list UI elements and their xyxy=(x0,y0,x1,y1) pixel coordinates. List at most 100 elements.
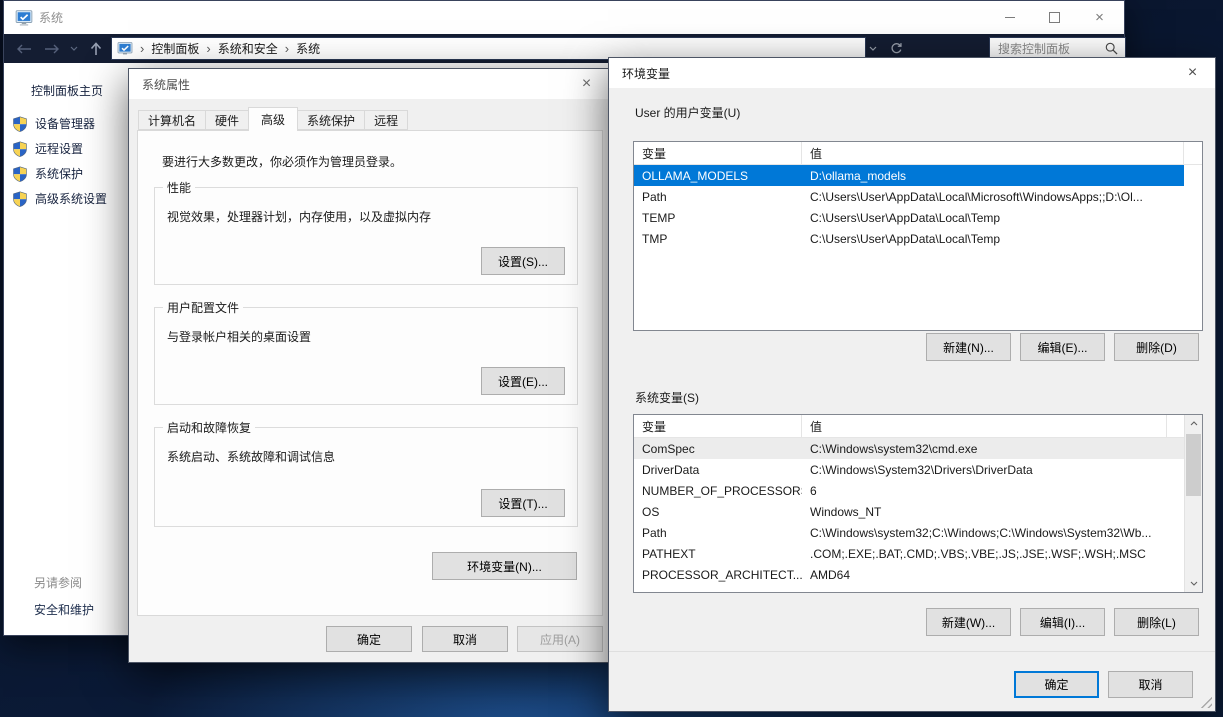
minimize-icon xyxy=(1005,17,1015,18)
variable-name: PATHEXT xyxy=(634,547,802,561)
system-icon xyxy=(15,9,33,27)
variable-name: Path xyxy=(634,526,802,540)
table-row[interactable]: TEMPC:\Users\User\AppData\Local\Temp xyxy=(634,207,1184,228)
table-header: 变量 值 xyxy=(634,415,1202,438)
cancel-button[interactable]: 取消 xyxy=(1108,671,1193,698)
table-header: 变量 值 xyxy=(634,142,1202,165)
variable-value: C:\Windows\system32;C:\Windows;C:\Window… xyxy=(802,526,1184,540)
tab-system-protection[interactable]: 系统保护 xyxy=(297,110,365,130)
dialog-titlebar[interactable]: 环境变量 × xyxy=(609,58,1215,88)
sidebar-item-control-panel-home[interactable]: 控制面板主页 xyxy=(31,82,103,99)
chevron-down-icon xyxy=(1190,581,1198,586)
column-header-variable[interactable]: 变量 xyxy=(634,415,802,437)
search-placeholder: 搜索控制面板 xyxy=(998,40,1105,57)
table-row[interactable]: OSWindows_NT xyxy=(634,501,1184,522)
history-dropdown-button[interactable] xyxy=(66,34,82,63)
up-button[interactable] xyxy=(84,34,108,63)
sidebar-item-label: 设备管理器 xyxy=(35,115,95,132)
variable-name: OS xyxy=(634,505,802,519)
tab-remote[interactable]: 远程 xyxy=(364,110,408,130)
table-row[interactable]: ComSpecC:\Windows\system32\cmd.exe xyxy=(634,438,1184,459)
dialog-title: 系统属性 xyxy=(142,76,190,93)
close-icon: × xyxy=(582,75,591,93)
table-row[interactable]: PathC:\Windows\system32;C:\Windows;C:\Wi… xyxy=(634,522,1184,543)
ok-button[interactable]: 确定 xyxy=(326,626,412,652)
startup-recovery-group: 启动和故障恢复 系统启动、系统故障和调试信息 设置(T)... xyxy=(154,427,578,527)
variable-name: NUMBER_OF_PROCESSORS xyxy=(634,484,802,498)
sidebar-item-device-manager[interactable]: 设备管理器 xyxy=(12,115,95,132)
table-row[interactable]: PATHEXT.COM;.EXE;.BAT;.CMD;.VBS;.VBE;.JS… xyxy=(634,543,1184,564)
breadcrumb-separator: › xyxy=(133,41,151,56)
group-title: 性能 xyxy=(163,179,195,196)
system-new-button[interactable]: 新建(W)... xyxy=(926,608,1011,636)
group-description: 与登录帐户相关的桌面设置 xyxy=(167,328,311,345)
sidebar-item-system-protection[interactable]: 系统保护 xyxy=(12,165,83,182)
apply-button: 应用(A) xyxy=(517,626,603,652)
breadcrumb-control-panel[interactable]: 控制面板 xyxy=(151,40,199,57)
search-icon[interactable] xyxy=(1105,42,1118,55)
scroll-up-button[interactable] xyxy=(1185,415,1202,432)
variable-name: ComSpec xyxy=(634,442,802,456)
user-variables-table: 变量 值 OLLAMA_MODELSD:\ollama_modelsPathC:… xyxy=(633,141,1203,331)
variable-value: C:\Windows\System32\Drivers\DriverData xyxy=(802,463,1184,477)
shield-icon xyxy=(12,116,28,132)
close-button[interactable]: × xyxy=(1170,58,1215,88)
back-button[interactable] xyxy=(12,34,36,63)
variable-value: AMD64 xyxy=(802,568,1184,582)
scrollbar-thumb[interactable] xyxy=(1186,434,1201,496)
variable-value: C:\Users\User\AppData\Local\Temp xyxy=(802,211,1184,225)
tab-computer-name[interactable]: 计算机名 xyxy=(138,110,206,130)
user-profiles-settings-button[interactable]: 设置(E)... xyxy=(481,367,565,395)
chevron-up-icon xyxy=(1190,421,1198,426)
forward-icon xyxy=(44,43,60,55)
forward-button[interactable] xyxy=(40,34,64,63)
performance-settings-button[interactable]: 设置(S)... xyxy=(481,247,565,275)
tab-hardware[interactable]: 硬件 xyxy=(205,110,249,130)
column-header-variable[interactable]: 变量 xyxy=(634,142,802,164)
variable-value: C:\Windows\system32\cmd.exe xyxy=(802,442,1184,456)
variable-name: TEMP xyxy=(634,211,802,225)
variable-value: .COM;.EXE;.BAT;.CMD;.VBS;.VBE;.JS;.JSE;.… xyxy=(802,547,1184,561)
dialog-titlebar[interactable]: 系统属性 × xyxy=(129,69,609,99)
window-titlebar[interactable]: 系统 × xyxy=(4,1,1124,34)
maximize-button[interactable] xyxy=(1032,1,1077,34)
variable-value: C:\Users\User\AppData\Local\Microsoft\Wi… xyxy=(802,190,1184,204)
sidebar-item-remote-settings[interactable]: 远程设置 xyxy=(12,140,83,157)
system-edit-button[interactable]: 编辑(I)... xyxy=(1020,608,1105,636)
table-row[interactable]: TMPC:\Users\User\AppData\Local\Temp xyxy=(634,228,1184,249)
column-header-value[interactable]: 值 xyxy=(802,415,1167,437)
refresh-icon xyxy=(890,42,903,55)
tab-advanced[interactable]: 高级 xyxy=(248,107,298,131)
startup-recovery-settings-button[interactable]: 设置(T)... xyxy=(481,489,565,517)
minimize-button[interactable] xyxy=(987,1,1032,34)
variable-value: C:\Users\User\AppData\Local\Temp xyxy=(802,232,1184,246)
environment-variables-button[interactable]: 环境变量(N)... xyxy=(432,552,577,580)
column-header-value[interactable]: 值 xyxy=(802,142,1184,164)
user-edit-button[interactable]: 编辑(E)... xyxy=(1020,333,1105,361)
table-row[interactable]: DriverDataC:\Windows\System32\Drivers\Dr… xyxy=(634,459,1184,480)
advanced-tab-page: 要进行大多数更改，你必须作为管理员登录。 性能 视觉效果，处理器计划，内存使用，… xyxy=(137,130,603,616)
breadcrumb-separator: › xyxy=(199,41,217,56)
window-title: 系统 xyxy=(39,9,63,26)
table-row[interactable]: NUMBER_OF_PROCESSORS6 xyxy=(634,480,1184,501)
variable-name: TMP xyxy=(634,232,802,246)
back-icon xyxy=(16,43,32,55)
breadcrumb-system-security[interactable]: 系统和安全 xyxy=(218,40,278,57)
system-delete-button[interactable]: 删除(L) xyxy=(1114,608,1199,636)
sidebar-item-advanced-system-settings[interactable]: 高级系统设置 xyxy=(12,190,107,207)
close-button[interactable]: × xyxy=(1077,1,1122,34)
sidebar-item-security-and-maintenance[interactable]: 安全和维护 xyxy=(34,601,94,618)
sidebar-item-label: 系统保护 xyxy=(35,165,83,182)
desktop-background: 系统 × xyxy=(0,0,1223,717)
breadcrumb-system[interactable]: 系统 xyxy=(296,40,320,57)
user-delete-button[interactable]: 删除(D) xyxy=(1114,333,1199,361)
user-new-button[interactable]: 新建(N)... xyxy=(926,333,1011,361)
table-row[interactable]: PathC:\Users\User\AppData\Local\Microsof… xyxy=(634,186,1184,207)
cancel-button[interactable]: 取消 xyxy=(422,626,508,652)
resize-grip[interactable] xyxy=(1200,696,1212,708)
scroll-down-button[interactable] xyxy=(1185,575,1202,592)
close-button[interactable]: × xyxy=(564,69,609,99)
table-row[interactable]: OLLAMA_MODELSD:\ollama_models xyxy=(634,165,1184,186)
table-row[interactable]: PROCESSOR_ARCHITECT...AMD64 xyxy=(634,564,1184,585)
ok-button[interactable]: 确定 xyxy=(1014,671,1099,698)
